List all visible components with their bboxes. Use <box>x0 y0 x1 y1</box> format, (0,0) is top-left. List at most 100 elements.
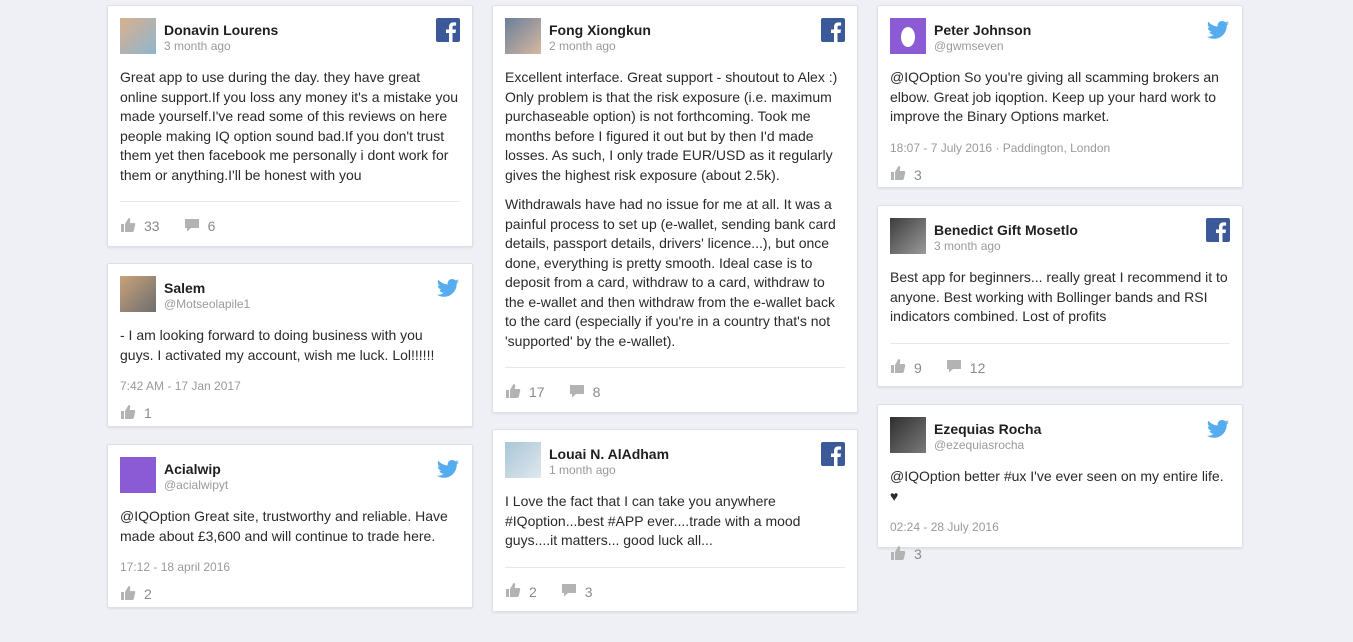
thumbs-up-icon <box>120 217 144 236</box>
review-card: Fong Xiongkun 2 month ago Excellent interf… <box>492 5 858 413</box>
thumbs-up-icon <box>120 404 144 423</box>
review-paragraph: Best app for beginners... really great I… <box>890 269 1228 324</box>
reviewer-name[interactable]: Peter Johnson <box>934 22 1031 38</box>
reviewer-name[interactable]: Fong Xiongkun <box>549 22 651 38</box>
tweet-timestamp: 17:12 - 18 april 2016 <box>120 560 231 574</box>
reviewer-name[interactable]: Salem <box>164 280 205 296</box>
like-button[interactable]: 2 <box>505 582 537 601</box>
review-text: @IQOption Great site, trustworthy and re… <box>120 507 460 546</box>
like-button[interactable]: 3 <box>890 545 922 564</box>
avatar[interactable] <box>120 457 156 493</box>
review-stats: 1 <box>120 401 460 425</box>
reviewer-name[interactable]: Louai N. AlAdham <box>549 446 669 462</box>
review-paragraph: @IQOption Great site, trustworthy and re… <box>120 508 448 544</box>
comment-button[interactable]: 3 <box>561 582 593 601</box>
review-header: Fong Xiongkun 2 month ago <box>505 18 845 54</box>
review-card: Peter Johnson @gwmseven @IQOption So you'r… <box>877 5 1243 188</box>
review-text: Great app to use during the day. they ha… <box>120 68 460 185</box>
review-paragraph: Excellent interface. Great support - sho… <box>505 69 838 183</box>
twitter-icon[interactable] <box>1206 417 1230 441</box>
like-button[interactable]: 9 <box>890 358 922 377</box>
comment-icon <box>569 383 593 402</box>
review-subtitle: @Motseolapile1 <box>164 297 251 311</box>
comment-count: 12 <box>969 359 986 376</box>
review-stats: 3 <box>890 542 1230 566</box>
avatar[interactable] <box>505 442 541 478</box>
like-count: 17 <box>529 384 545 400</box>
like-button[interactable]: 3 <box>890 165 922 184</box>
review-paragraph: Withdrawals have had no issue for me at … <box>505 196 836 349</box>
review-card: Donavin Lourens 3 month ago Great app to u… <box>107 5 473 247</box>
like-button[interactable]: 17 <box>505 383 545 402</box>
facebook-icon[interactable] <box>1206 218 1230 242</box>
avatar[interactable] <box>120 18 156 54</box>
review-card: Ezequias Rocha @ezequiasrocha @IQOption be… <box>877 404 1243 562</box>
avatar[interactable] <box>120 276 156 312</box>
facebook-icon[interactable] <box>436 18 460 42</box>
review-card: Salem @Motseolapile1 - I am looking forwar… <box>107 263 473 427</box>
like-count: 1 <box>144 405 152 421</box>
review-header: Acialwip @acialwipyt <box>120 457 460 493</box>
facebook-icon[interactable] <box>821 442 845 466</box>
like-count: 3 <box>914 166 922 183</box>
review-text: Best app for beginners... really great I… <box>890 268 1230 327</box>
like-button[interactable]: 2 <box>120 585 152 604</box>
review-paragraph: - I am looking forward to doing business… <box>120 327 435 363</box>
thumbs-up-icon <box>890 358 914 377</box>
twitter-icon[interactable] <box>436 276 460 300</box>
review-text: - I am looking forward to doing business… <box>120 326 460 365</box>
avatar[interactable] <box>890 417 926 453</box>
reviewer-name[interactable]: Ezequias Rocha <box>934 421 1041 437</box>
avatar[interactable] <box>890 18 926 54</box>
like-count: 33 <box>144 218 160 234</box>
comment-icon <box>184 217 208 236</box>
review-subtitle: 3 month ago <box>164 39 231 53</box>
avatar[interactable] <box>505 18 541 54</box>
review-text: @IQOption So you're giving all scamming … <box>890 68 1230 127</box>
review-stats: 23 <box>505 580 845 604</box>
review-paragraph: Great app to use during the day. they ha… <box>120 69 459 183</box>
like-count: 9 <box>914 359 922 376</box>
twitter-icon[interactable] <box>436 457 460 481</box>
review-subtitle: 1 month ago <box>549 463 616 477</box>
thumbs-up-icon <box>505 582 529 601</box>
like-button[interactable]: 33 <box>120 217 160 236</box>
divider <box>120 201 460 202</box>
comment-button[interactable]: 12 <box>946 358 986 377</box>
review-card: Louai N. AlAdham 1 month ago I Love the fa… <box>492 429 858 612</box>
tweet-timestamp: 7:42 AM - 17 Jan 2017 <box>120 379 241 393</box>
review-header: Salem @Motseolapile1 <box>120 276 460 312</box>
twitter-icon[interactable] <box>1206 18 1230 42</box>
divider <box>505 367 845 368</box>
review-text: Excellent interface. Great support - sho… <box>505 68 845 351</box>
comment-button[interactable]: 8 <box>569 383 601 402</box>
review-stats: 2 <box>120 582 460 606</box>
review-subtitle: 3 month ago <box>934 239 1001 253</box>
divider <box>890 342 1230 344</box>
review-header: Peter Johnson @gwmseven <box>890 18 1230 54</box>
thumbs-up-icon <box>505 383 529 402</box>
avatar[interactable] <box>890 218 926 254</box>
like-count: 2 <box>529 583 537 600</box>
review-subtitle: @gwmseven <box>934 39 1004 53</box>
like-count: 3 <box>914 546 922 562</box>
comment-count: 8 <box>592 384 601 400</box>
thumbs-up-icon <box>890 545 914 564</box>
thumbs-up-icon <box>120 585 144 604</box>
comment-count: 3 <box>584 583 593 600</box>
comment-icon <box>561 582 585 601</box>
review-header: Louai N. AlAdham 1 month ago <box>505 442 845 478</box>
review-paragraph: @IQOption So you're giving all scamming … <box>890 69 1219 124</box>
like-count: 2 <box>144 586 152 602</box>
review-header: Benedict Gift Mosetlo 3 month ago <box>890 218 1230 254</box>
review-paragraph: I Love the fact that I can take you anyw… <box>505 493 801 548</box>
review-subtitle: 2 month ago <box>549 39 616 53</box>
reviewer-name[interactable]: Benedict Gift Mosetlo <box>934 222 1078 238</box>
review-stats: 33 6 <box>120 214 460 238</box>
reviewer-name[interactable]: Donavin Lourens <box>164 22 278 38</box>
like-button[interactable]: 1 <box>120 404 152 423</box>
thumbs-up-icon <box>890 165 914 184</box>
comment-button[interactable]: 6 <box>184 217 215 236</box>
reviewer-name[interactable]: Acialwip <box>164 461 221 477</box>
facebook-icon[interactable] <box>821 18 845 42</box>
